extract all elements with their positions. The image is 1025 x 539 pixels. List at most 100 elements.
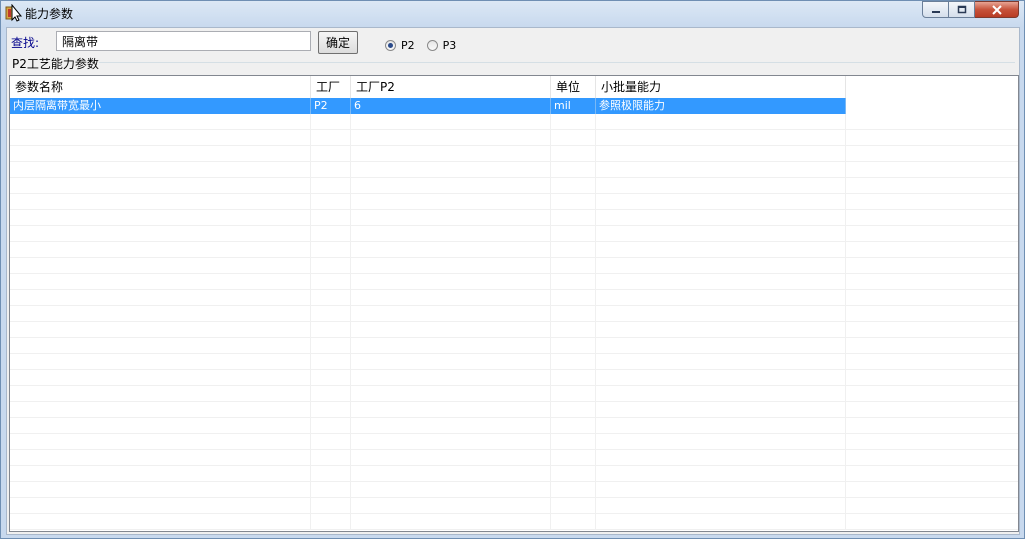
empty-cell — [10, 194, 311, 210]
empty-cell — [846, 114, 1018, 130]
empty-cell — [351, 242, 551, 258]
empty-cell — [846, 258, 1018, 274]
maximize-button[interactable] — [949, 1, 975, 18]
empty-row — [10, 322, 1018, 338]
empty-row — [10, 130, 1018, 146]
empty-cell — [596, 274, 846, 290]
empty-cell — [846, 226, 1018, 242]
empty-row — [10, 370, 1018, 386]
empty-cell — [351, 498, 551, 514]
empty-cell — [551, 338, 596, 354]
empty-cell — [596, 402, 846, 418]
empty-cell — [351, 418, 551, 434]
cell-factory-p2[interactable]: 6 — [351, 98, 551, 114]
empty-cell — [596, 178, 846, 194]
empty-cell — [551, 482, 596, 498]
empty-cell — [846, 514, 1018, 530]
search-input[interactable] — [56, 31, 311, 51]
title-bar[interactable]: 能力参数 — [1, 1, 1024, 25]
empty-cell — [10, 386, 311, 402]
empty-cell — [351, 354, 551, 370]
empty-cell — [351, 194, 551, 210]
empty-cell — [596, 354, 846, 370]
cell-unit[interactable]: mil — [551, 98, 596, 114]
radio-p3-label: P3 — [442, 39, 457, 52]
empty-cell — [846, 146, 1018, 162]
empty-cell — [846, 162, 1018, 178]
parameters-grid[interactable]: 参数名称 工厂 工厂P2 单位 小批量能力 内层隔离带宽最小 P2 6 mil … — [9, 75, 1019, 532]
empty-cell — [596, 386, 846, 402]
empty-cell — [551, 242, 596, 258]
empty-cell — [351, 322, 551, 338]
empty-cell — [596, 482, 846, 498]
column-header-factory-p2[interactable]: 工厂P2 — [351, 76, 551, 98]
empty-cell — [311, 146, 351, 162]
empty-cell — [10, 274, 311, 290]
app-icon — [5, 4, 23, 22]
empty-row — [10, 274, 1018, 290]
cell-filler — [846, 98, 1018, 114]
confirm-button[interactable]: 确定 — [318, 31, 358, 54]
empty-cell — [10, 226, 311, 242]
empty-cell — [846, 402, 1018, 418]
table-row[interactable]: 内层隔离带宽最小 P2 6 mil 参照极限能力 — [10, 98, 1018, 114]
empty-cell — [351, 514, 551, 530]
close-icon — [991, 4, 1002, 15]
empty-cell — [596, 450, 846, 466]
empty-cell — [846, 354, 1018, 370]
empty-cell — [311, 178, 351, 194]
radio-checked-icon[interactable] — [385, 40, 396, 51]
empty-cell — [311, 274, 351, 290]
cell-small-batch[interactable]: 参照极限能力 — [596, 98, 846, 114]
empty-cell — [351, 130, 551, 146]
empty-cell — [311, 402, 351, 418]
empty-cell — [311, 114, 351, 130]
empty-cell — [351, 370, 551, 386]
minimize-icon — [931, 10, 940, 13]
empty-cell — [846, 210, 1018, 226]
column-header-small-batch[interactable]: 小批量能力 — [596, 76, 846, 98]
empty-cell — [596, 338, 846, 354]
empty-cell — [846, 418, 1018, 434]
radio-p2[interactable]: P2 — [385, 39, 415, 52]
empty-cell — [10, 242, 311, 258]
empty-cell — [596, 498, 846, 514]
grid-rows: 内层隔离带宽最小 P2 6 mil 参照极限能力 — [10, 98, 1018, 531]
empty-cell — [551, 114, 596, 130]
empty-cell — [551, 402, 596, 418]
empty-cell — [10, 178, 311, 194]
empty-row — [10, 466, 1018, 482]
empty-row — [10, 498, 1018, 514]
empty-cell — [846, 482, 1018, 498]
empty-cell — [551, 498, 596, 514]
empty-cell — [551, 146, 596, 162]
empty-cell — [10, 498, 311, 514]
empty-cell — [10, 258, 311, 274]
empty-cell — [10, 306, 311, 322]
column-header-filler — [846, 76, 1018, 98]
column-header-unit[interactable]: 单位 — [551, 76, 596, 98]
column-header-name[interactable]: 参数名称 — [10, 76, 311, 98]
empty-cell — [551, 466, 596, 482]
empty-cell — [846, 178, 1018, 194]
empty-cell — [596, 226, 846, 242]
radio-p3[interactable]: P3 — [426, 39, 457, 52]
column-header-factory[interactable]: 工厂 — [311, 76, 351, 98]
empty-cell — [10, 514, 311, 530]
empty-cell — [10, 210, 311, 226]
minimize-button[interactable] — [922, 1, 949, 18]
radio-p2-label: P2 — [401, 39, 415, 52]
empty-cell — [311, 498, 351, 514]
empty-cell — [311, 370, 351, 386]
cell-factory[interactable]: P2 — [311, 98, 351, 114]
empty-row — [10, 514, 1018, 530]
cell-name[interactable]: 内层隔离带宽最小 — [10, 98, 311, 114]
empty-row — [10, 194, 1018, 210]
empty-row — [10, 434, 1018, 450]
empty-cell — [351, 210, 551, 226]
empty-cell — [551, 434, 596, 450]
empty-cell — [351, 258, 551, 274]
empty-cell — [10, 130, 311, 146]
close-button[interactable] — [975, 1, 1019, 18]
radio-unchecked-icon[interactable] — [426, 40, 438, 51]
